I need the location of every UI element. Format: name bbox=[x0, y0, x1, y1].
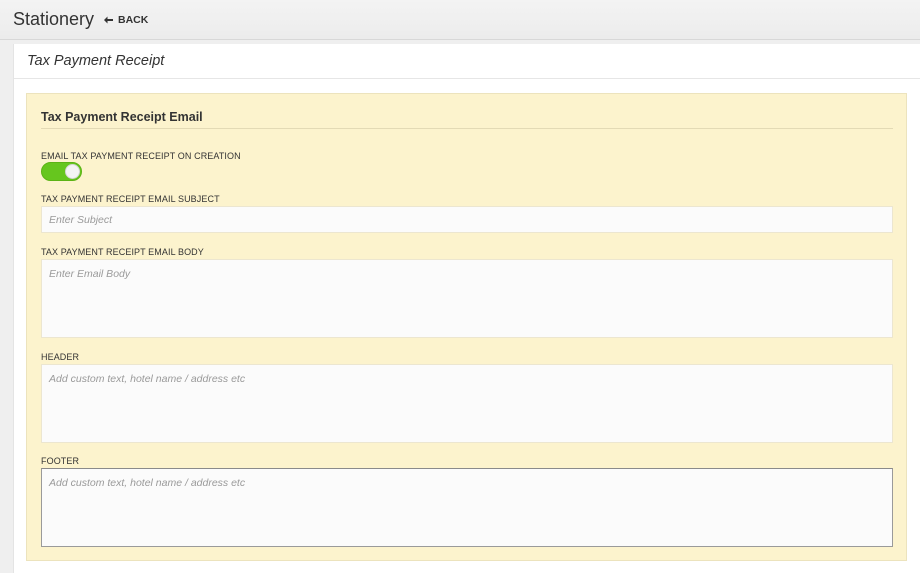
email-subject-label: TAX PAYMENT RECEIPT EMAIL SUBJECT bbox=[41, 194, 220, 204]
panel-title: Tax Payment Receipt bbox=[27, 53, 165, 69]
card-divider bbox=[41, 128, 893, 129]
toggle-knob bbox=[65, 164, 80, 179]
email-on-creation-label: EMAIL TAX PAYMENT RECEIPT ON CREATION bbox=[41, 151, 241, 161]
panel-header: Tax Payment Receipt bbox=[14, 44, 920, 79]
footer-label: FOOTER bbox=[41, 456, 80, 466]
arrow-left-icon bbox=[104, 16, 113, 24]
email-subject-input[interactable] bbox=[41, 206, 893, 233]
header-textarea[interactable] bbox=[41, 364, 893, 443]
back-button[interactable]: BACK bbox=[104, 14, 148, 26]
stationery-panel: Tax Payment Receipt Tax Payment Receipt … bbox=[13, 44, 920, 573]
back-label: BACK bbox=[118, 14, 149, 26]
receipt-email-card: Tax Payment Receipt Email EMAIL TAX PAYM… bbox=[26, 93, 907, 561]
top-bar: Stationery BACK bbox=[0, 0, 920, 40]
card-title: Tax Payment Receipt Email bbox=[41, 110, 203, 124]
email-on-creation-toggle[interactable] bbox=[41, 162, 82, 181]
page-title: Stationery bbox=[13, 9, 95, 29]
header-label: HEADER bbox=[41, 352, 80, 362]
footer-textarea[interactable] bbox=[41, 468, 893, 547]
email-body-textarea[interactable] bbox=[41, 259, 893, 338]
email-body-label: TAX PAYMENT RECEIPT EMAIL BODY bbox=[41, 247, 204, 257]
